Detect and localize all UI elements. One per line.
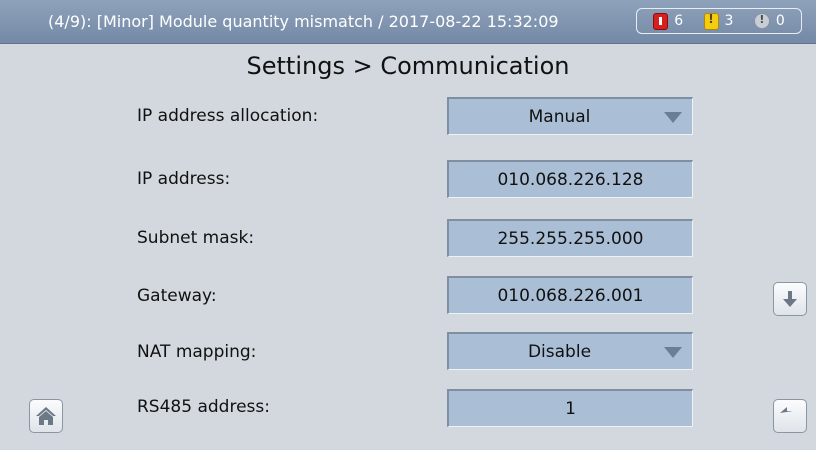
ip-allocation-value: Manual xyxy=(528,107,591,127)
back-icon xyxy=(780,407,793,413)
ip-allocation-dropdown[interactable]: Manual xyxy=(447,97,693,135)
dropdown-arrow-icon xyxy=(664,112,682,123)
home-button[interactable] xyxy=(29,399,63,433)
alarm-counters[interactable]: 6 3 0 xyxy=(636,8,802,34)
warning-alarm-counter: 0 xyxy=(753,13,785,29)
rs485-address-label: RS485 address: xyxy=(137,397,270,417)
subnet-mask-label: Subnet mask: xyxy=(137,228,255,248)
minor-alarm-icon xyxy=(703,12,719,30)
arrow-down-icon xyxy=(783,291,797,307)
ip-address-label: IP address: xyxy=(137,169,231,189)
subnet-mask-field[interactable]: 255.255.255.000 xyxy=(447,219,693,257)
gateway-field[interactable]: 010.068.226.001 xyxy=(447,276,693,314)
back-button[interactable] xyxy=(773,399,807,433)
dropdown-arrow-icon xyxy=(664,347,682,358)
alarm-message[interactable]: (4/9): [Minor] Module quantity mismatch … xyxy=(48,0,559,43)
critical-alarm-icon xyxy=(653,12,669,30)
ip-address-field[interactable]: 010.068.226.128 xyxy=(447,160,693,198)
page-title: Settings > Communication xyxy=(246,52,570,80)
nat-mapping-dropdown[interactable]: Disable xyxy=(447,332,693,370)
warning-alarm-icon xyxy=(753,13,770,29)
warning-alarm-count: 0 xyxy=(775,13,785,29)
critical-alarm-count: 6 xyxy=(674,13,684,29)
status-bar: (4/9): [Minor] Module quantity mismatch … xyxy=(0,0,816,44)
rs485-address-field[interactable]: 1 xyxy=(447,389,693,427)
home-icon xyxy=(36,407,56,425)
ip-allocation-label: IP address allocation: xyxy=(137,106,319,126)
scroll-down-button[interactable] xyxy=(773,282,807,316)
minor-alarm-counter: 3 xyxy=(703,12,734,30)
nat-mapping-value: Disable xyxy=(527,342,592,362)
nat-mapping-label: NAT mapping: xyxy=(137,342,257,362)
gateway-label: Gateway: xyxy=(137,286,217,306)
minor-alarm-count: 3 xyxy=(724,13,734,29)
critical-alarm-counter: 6 xyxy=(653,12,684,30)
